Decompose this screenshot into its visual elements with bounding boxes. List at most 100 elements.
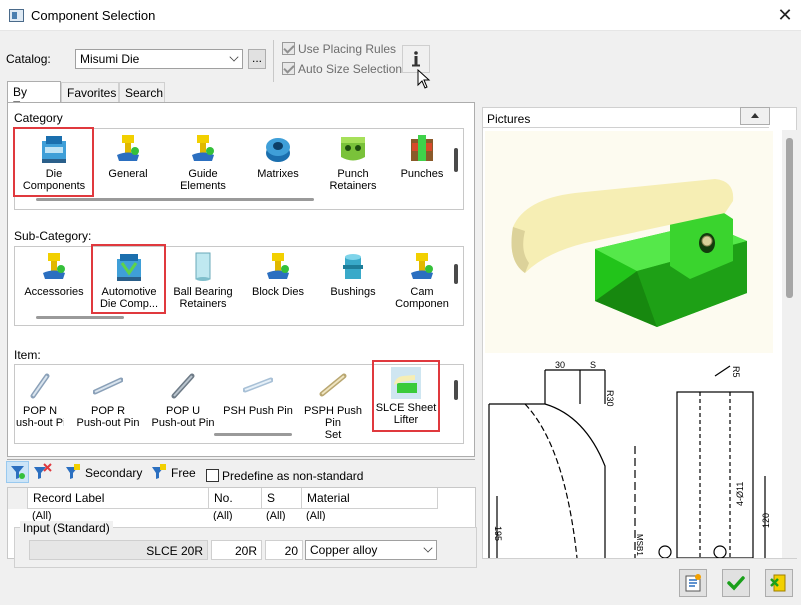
predefine-non-standard-label: Predefine as non-standard <box>222 469 364 483</box>
subcategory-name-line1: Accessories <box>24 286 84 298</box>
secondary-icon <box>66 464 80 479</box>
secondary-button[interactable]: Secondary <box>85 466 142 480</box>
filter-record-label[interactable]: (All) <box>28 509 209 521</box>
item-psh-push-pin[interactable]: PSH Push Pin <box>220 370 296 417</box>
cancel-button[interactable] <box>765 569 793 597</box>
category-name-line2: Components <box>22 180 86 192</box>
subcategory-name-line1: Bushings <box>330 286 376 298</box>
catalog-select[interactable]: Misumi Die <box>75 49 243 69</box>
filter-standard-button[interactable] <box>6 461 29 483</box>
category-name-line1: Guide <box>188 168 218 180</box>
pictures-scrollbar[interactable] <box>782 130 797 558</box>
item-horizontal-scrollbar[interactable] <box>214 433 292 436</box>
dimension-label: R5 <box>731 366 741 378</box>
category-item-punch-retainers[interactable]: Punch Retainers <box>315 133 391 192</box>
column-header-material[interactable]: Material <box>302 488 438 509</box>
checkmark-icon <box>727 576 745 591</box>
divider <box>483 127 769 128</box>
divider <box>7 459 475 460</box>
cam-components-icon <box>411 253 433 279</box>
item-pop-u[interactable]: POP U Push-out Pin <box>145 370 221 429</box>
category-name-line2: Retainers <box>329 180 377 192</box>
filter-no[interactable]: (All) <box>209 509 262 521</box>
tab-favorites[interactable]: Favorites <box>61 82 119 102</box>
filter-s[interactable]: (All) <box>262 509 302 521</box>
subcategory-name-line2: Die Comp... <box>99 298 159 310</box>
properties-button[interactable] <box>679 569 707 597</box>
category-item-guide-elements[interactable]: Guide Elements <box>165 133 241 192</box>
subcategory-item-bushings[interactable]: Bushings <box>315 251 391 298</box>
divider <box>273 40 274 82</box>
catalog-label: Catalog: <box>6 52 51 66</box>
no-value-field[interactable]: 20R <box>211 540 262 560</box>
column-header-s[interactable]: S <box>262 488 302 509</box>
sheet-lifter-icon <box>391 367 421 399</box>
filter-clear-button[interactable] <box>31 462 53 482</box>
subcategory-item-cam-components[interactable]: Cam Componen <box>392 251 452 310</box>
item-vertical-scrollbar[interactable] <box>454 380 458 400</box>
filter-material[interactable]: (All) <box>302 509 438 521</box>
subcategory-horizontal-scrollbar[interactable] <box>36 316 124 319</box>
exit-icon <box>770 574 786 592</box>
accessories-icon <box>43 253 65 279</box>
subcategory-item-accessories[interactable]: Accessories <box>16 251 92 298</box>
item-name-line1: PSPH Push Pin <box>303 405 363 429</box>
column-header-no[interactable]: No. <box>209 488 262 509</box>
bushings-icon <box>343 254 363 279</box>
record-value-field[interactable]: SLCE 20R <box>29 540 208 560</box>
catalog-value: Misumi Die <box>80 52 140 66</box>
category-item-general[interactable]: General <box>90 133 166 180</box>
item-slce-sheet-lifter[interactable]: SLCE Sheet Lifter <box>375 367 437 426</box>
predefine-non-standard-checkbox[interactable] <box>206 469 219 482</box>
subcategory-item-ball-bearing-retainers[interactable]: Ball Bearing Retainers <box>165 251 241 310</box>
item-name-line1: POP N <box>22 405 58 417</box>
item-pop-r[interactable]: POP R Push-out Pin <box>70 370 146 429</box>
subcategory-name-line1: Ball Bearing <box>173 286 233 298</box>
dimension-label: 30 <box>555 360 565 370</box>
item-pop-n[interactable]: POP N ush-out Pin <box>16 370 64 429</box>
table-corner <box>8 488 28 509</box>
use-placing-rules-checkbox[interactable] <box>282 42 295 55</box>
category-name-line1: Punch <box>337 168 369 180</box>
category-item-die-components[interactable]: Die Components <box>16 133 92 192</box>
subcategory-item-block-dies[interactable]: Block Dies <box>240 251 316 298</box>
window-icon <box>9 9 24 22</box>
close-button[interactable]: ✕ <box>774 4 796 26</box>
item-name-line1: POP U <box>165 405 201 417</box>
s-value-field[interactable]: 20 <box>265 540 303 560</box>
subcategory-name-line1: Cam <box>410 286 434 298</box>
subcategory-item-automotive-die-components[interactable]: Automotive Die Comp... <box>91 251 167 310</box>
item-name-line1: PSH Push Pin <box>223 405 293 417</box>
tab-search[interactable]: Search <box>119 82 165 102</box>
category-horizontal-scrollbar[interactable] <box>36 198 314 201</box>
mouse-cursor-icon <box>417 69 431 89</box>
category-name-line1: Die <box>45 168 63 180</box>
category-vertical-scrollbar[interactable] <box>454 148 458 172</box>
triangle-up-icon <box>751 113 759 118</box>
subcategory-name-line2: Componen <box>395 298 449 310</box>
chevron-down-icon <box>423 543 433 553</box>
item-name-line2: Lifter <box>393 414 419 426</box>
category-item-matrixes[interactable]: Matrixes <box>240 133 316 180</box>
pictures-scroll-thumb[interactable] <box>786 138 793 298</box>
category-name-line1: Matrixes <box>257 168 299 180</box>
input-standard-label: Input (Standard) <box>20 521 113 535</box>
subcategory-vertical-scrollbar[interactable] <box>454 264 458 284</box>
tab-by-type[interactable]: By Type <box>7 81 61 113</box>
category-item-punches[interactable]: Punches <box>392 133 452 180</box>
catalog-browse-button[interactable]: ... <box>248 49 266 69</box>
auto-size-selection-checkbox[interactable] <box>282 62 295 75</box>
pictures-collapse-button[interactable] <box>740 107 770 125</box>
guide-elements-icon <box>192 135 214 161</box>
ok-button[interactable] <box>722 569 750 597</box>
free-button[interactable]: Free <box>171 466 196 480</box>
category-label: Category <box>14 111 63 125</box>
dimension-label: R30 <box>605 390 615 407</box>
use-placing-rules-label: Use Placing Rules <box>298 42 397 56</box>
column-header-record-label[interactable]: Record Label <box>28 488 209 509</box>
item-psph-push-pin-set[interactable]: PSPH Push Pin Set <box>295 370 371 441</box>
pictures-label: Pictures <box>487 112 531 126</box>
material-select[interactable]: Copper alloy <box>305 540 437 560</box>
material-value: Copper alloy <box>310 543 378 557</box>
dimension-label: S <box>590 360 596 370</box>
